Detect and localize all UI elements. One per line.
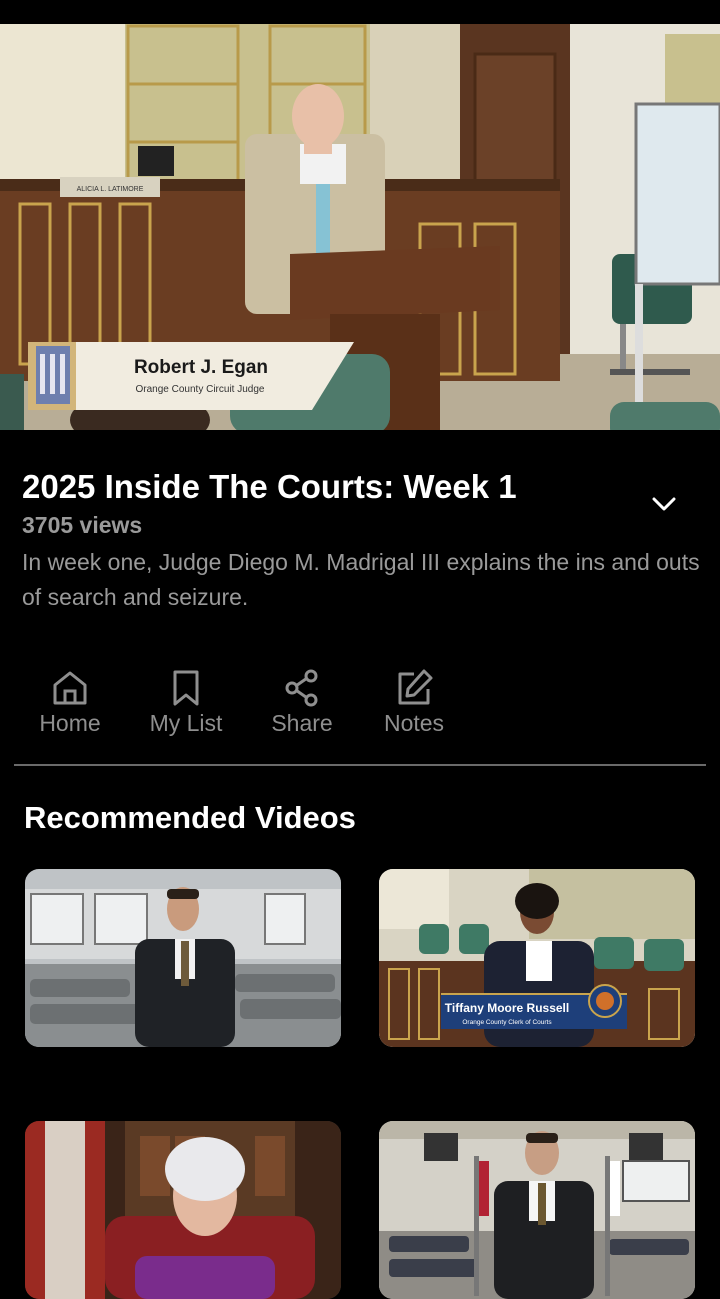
home-icon <box>53 671 87 705</box>
chevron-down-icon[interactable] <box>648 490 680 518</box>
video-description: In week one, Judge Diego M. Madrigal III… <box>22 549 700 610</box>
bookmark-icon <box>173 670 199 706</box>
recommended-video-thumbnail[interactable] <box>379 1121 695 1299</box>
notes-icon <box>398 669 433 705</box>
notes-button[interactable]: Notes <box>374 668 454 748</box>
view-count: 3705 views <box>22 512 143 538</box>
recommended-video-thumbnail[interactable]: Tiffany Moore Russell Orange County Cler… <box>379 869 695 1047</box>
desk-sign: ALICIA L. LATIMORE <box>77 186 144 193</box>
share-button[interactable]: Share <box>262 668 342 748</box>
recommended-video-thumbnail[interactable] <box>25 1121 341 1299</box>
video-player[interactable]: ALICIA L. LATIMORE Robert J. Egan Orange… <box>0 24 720 430</box>
notes-label: Notes <box>383 710 445 736</box>
share-icon <box>285 669 318 707</box>
thumbnail-caption-name: Tiffany Moore Russell <box>445 1001 569 1015</box>
nameplate-name: Robert J. Egan <box>134 357 268 378</box>
nameplate-title: Orange County Circuit Judge <box>136 384 265 395</box>
my-list-label: My List <box>149 710 223 736</box>
recommended-heading: Recommended Videos <box>24 800 356 835</box>
thumbnail-caption-title: Orange County Clerk of Courts <box>462 1019 552 1026</box>
speaker-nameplate: Robert J. Egan Orange County Circuit Jud… <box>28 342 358 410</box>
status-bar <box>0 0 720 24</box>
home-button[interactable]: Home <box>30 668 110 748</box>
home-label: Home <box>39 710 101 736</box>
video-title: 2025 Inside The Courts: Week 1 <box>22 468 517 505</box>
recommended-video-thumbnail[interactable] <box>25 869 341 1047</box>
share-label: Share <box>271 710 333 736</box>
divider <box>14 764 706 766</box>
my-list-button[interactable]: My List <box>140 668 232 748</box>
